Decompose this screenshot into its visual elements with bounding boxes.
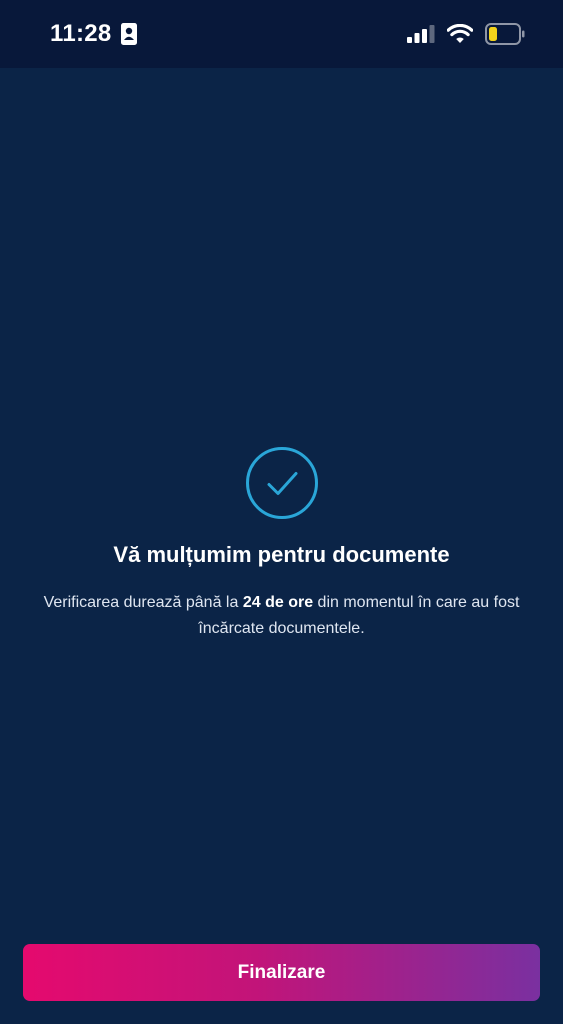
wifi-icon [447,24,473,43]
status-left: 11:28 [50,20,137,48]
confirmation-content: Vă mulțumim pentru documente Verificarea… [0,446,563,642]
battery-low-icon [485,23,525,45]
finish-button[interactable]: Finalizare [23,944,540,1001]
status-bar: 11:28 [0,0,563,68]
message-text-before: Verificarea durează până la [43,594,243,611]
status-right [407,23,525,45]
cellular-signal-icon [407,25,435,43]
check-circle-icon [245,447,318,519]
status-time: 11:28 [50,20,112,47]
id-card-icon [120,23,137,45]
confirmation-message: Verificarea durează până la 24 de ore di… [22,590,542,642]
message-duration: 24 de ore [242,594,314,611]
confirmation-title: Vă mulțumim pentru documente [113,542,450,567]
confirmation-screen: 11:28 Vă mulțumim pentru documente Verif… [0,0,563,1024]
